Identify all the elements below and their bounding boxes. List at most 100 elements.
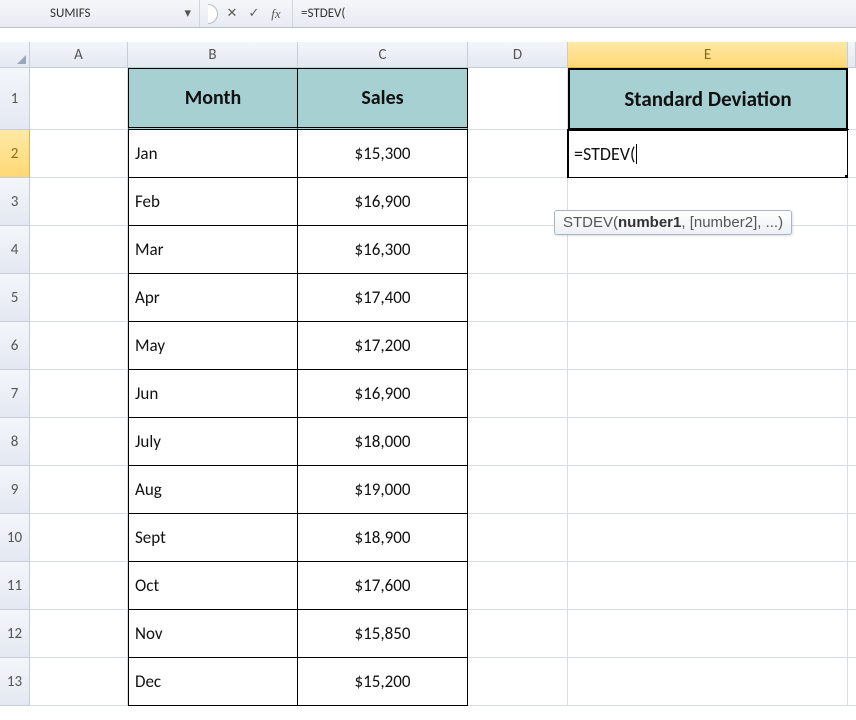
cell-B1-header-month[interactable]: Month: [128, 68, 298, 130]
insert-function-icon[interactable]: fx: [268, 6, 284, 22]
col-header-E[interactable]: E: [568, 42, 848, 68]
cell-E9[interactable]: [568, 466, 848, 514]
formula-bar-input[interactable]: =STDEV(: [293, 6, 345, 21]
cell-A8[interactable]: [30, 418, 128, 466]
row-header-5[interactable]: 5: [0, 274, 30, 322]
cell-A5[interactable]: [30, 274, 128, 322]
col-header-D[interactable]: D: [468, 42, 568, 68]
row-header-1[interactable]: 1: [0, 68, 30, 130]
row-header-10[interactable]: 10: [0, 514, 30, 562]
row-header-9[interactable]: 9: [0, 466, 30, 514]
cell-D9[interactable]: [468, 466, 568, 514]
cell-E12[interactable]: [568, 610, 848, 658]
cell-edge-9: [848, 466, 856, 514]
cell-edge-1: [848, 68, 856, 130]
cell-edge-8: [848, 418, 856, 466]
cell-A1[interactable]: [30, 68, 128, 130]
cell-B4[interactable]: Mar: [128, 226, 298, 274]
row-header-4[interactable]: 4: [0, 226, 30, 274]
cell-A12[interactable]: [30, 610, 128, 658]
cell-D13[interactable]: [468, 658, 568, 706]
cell-E8[interactable]: [568, 418, 848, 466]
row-header-8[interactable]: 8: [0, 418, 30, 466]
cell-D3[interactable]: [468, 178, 568, 226]
cell-D7[interactable]: [468, 370, 568, 418]
cell-edge-3: [848, 178, 856, 226]
cell-B12[interactable]: Nov: [128, 610, 298, 658]
cell-E13[interactable]: [568, 658, 848, 706]
cell-A13[interactable]: [30, 658, 128, 706]
cell-E10[interactable]: [568, 514, 848, 562]
cell-A7[interactable]: [30, 370, 128, 418]
worksheet-grid[interactable]: A B C D E 1 Month Sales Standard Deviati…: [0, 42, 856, 706]
cell-B11[interactable]: Oct: [128, 562, 298, 610]
col-header-A[interactable]: A: [30, 42, 128, 68]
row-header-12[interactable]: 12: [0, 610, 30, 658]
row-header-2[interactable]: 2: [0, 130, 30, 178]
row-header-11[interactable]: 11: [0, 562, 30, 610]
name-box-dropdown-icon[interactable]: ▾: [184, 6, 191, 21]
cell-C2[interactable]: $15,300: [298, 130, 468, 178]
cell-B6[interactable]: May: [128, 322, 298, 370]
cell-B13[interactable]: Dec: [128, 658, 298, 706]
function-arguments-tooltip[interactable]: STDEV(number1, [number2], ...): [554, 210, 792, 235]
cell-E6[interactable]: [568, 322, 848, 370]
cell-A2[interactable]: [30, 130, 128, 178]
cell-C6[interactable]: $17,200: [298, 322, 468, 370]
cell-B7[interactable]: Jun: [128, 370, 298, 418]
name-box[interactable]: SUMIFS ▾: [0, 0, 200, 27]
cell-D1[interactable]: [468, 68, 568, 130]
cell-E5[interactable]: [568, 274, 848, 322]
cell-C9[interactable]: $19,000: [298, 466, 468, 514]
select-all-corner[interactable]: [0, 42, 30, 68]
cell-C13[interactable]: $15,200: [298, 658, 468, 706]
cell-D6[interactable]: [468, 322, 568, 370]
formula-bar-curve-icon: [208, 4, 218, 24]
cell-D10[interactable]: [468, 514, 568, 562]
cell-E7[interactable]: [568, 370, 848, 418]
tooltip-arg1[interactable]: number1: [618, 214, 681, 231]
cell-D4[interactable]: [468, 226, 568, 274]
cell-C5[interactable]: $17,400: [298, 274, 468, 322]
cell-B8[interactable]: July: [128, 418, 298, 466]
col-header-B[interactable]: B: [128, 42, 298, 68]
cell-B2[interactable]: Jan: [128, 130, 298, 178]
cell-edge-6: [848, 322, 856, 370]
cell-D5[interactable]: [468, 274, 568, 322]
cell-A10[interactable]: [30, 514, 128, 562]
row-header-7[interactable]: 7: [0, 370, 30, 418]
cell-D11[interactable]: [468, 562, 568, 610]
cell-C11[interactable]: $17,600: [298, 562, 468, 610]
row-header-3[interactable]: 3: [0, 178, 30, 226]
cell-B10[interactable]: Sept: [128, 514, 298, 562]
cell-A4[interactable]: [30, 226, 128, 274]
cell-E1-header-stddev[interactable]: Standard Deviation: [568, 68, 848, 130]
cell-B9[interactable]: Aug: [128, 466, 298, 514]
accept-formula-icon[interactable]: ✓: [246, 6, 262, 21]
cell-D2[interactable]: [468, 130, 568, 178]
cell-E11[interactable]: [568, 562, 848, 610]
row-header-13[interactable]: 13: [0, 658, 30, 706]
cell-C10[interactable]: $18,900: [298, 514, 468, 562]
col-header-C[interactable]: C: [298, 42, 468, 68]
cell-C1-header-sales[interactable]: Sales: [298, 68, 468, 130]
cell-C7[interactable]: $16,900: [298, 370, 468, 418]
cancel-formula-icon[interactable]: ✕: [224, 6, 240, 21]
cell-A6[interactable]: [30, 322, 128, 370]
cell-A11[interactable]: [30, 562, 128, 610]
cell-E2-editing[interactable]: =STDEV(: [568, 130, 848, 178]
cell-D12[interactable]: [468, 610, 568, 658]
cell-C3[interactable]: $16,900: [298, 178, 468, 226]
cell-C8[interactable]: $18,000: [298, 418, 468, 466]
cell-D8[interactable]: [468, 418, 568, 466]
cell-edge-13: [848, 658, 856, 706]
cell-B3[interactable]: Feb: [128, 178, 298, 226]
cell-edge-11: [848, 562, 856, 610]
row-header-6[interactable]: 6: [0, 322, 30, 370]
cell-C4[interactable]: $16,300: [298, 226, 468, 274]
cell-A9[interactable]: [30, 466, 128, 514]
cell-C12[interactable]: $15,850: [298, 610, 468, 658]
cell-edge-5: [848, 274, 856, 322]
cell-A3[interactable]: [30, 178, 128, 226]
cell-B5[interactable]: Apr: [128, 274, 298, 322]
